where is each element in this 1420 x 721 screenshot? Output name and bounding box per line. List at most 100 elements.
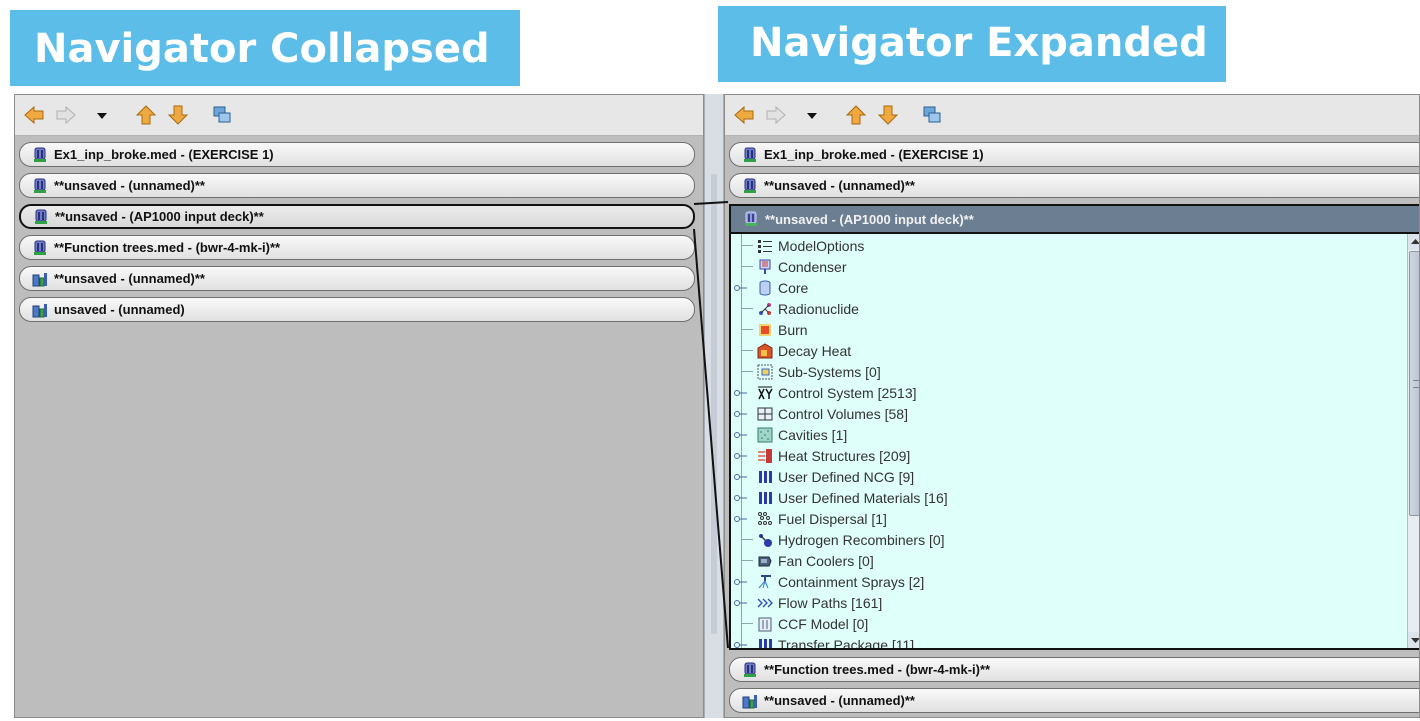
splitter-handle[interactable]	[711, 174, 717, 634]
scroll-down-button[interactable]	[1408, 632, 1419, 648]
condenser-icon	[757, 259, 773, 275]
expand-handle-icon[interactable]	[734, 515, 748, 523]
down-arrow-icon[interactable]	[167, 104, 189, 126]
expand-handle-icon[interactable]	[734, 284, 748, 292]
expanded-tab-label: **unsaved - (AP1000 input deck)**	[765, 211, 974, 227]
fuel-dispersal-icon	[757, 511, 773, 527]
tree-item-label: Heat Structures [209]	[778, 447, 911, 464]
dropdown-arrow-icon[interactable]	[91, 104, 113, 126]
tree-item-containment-sprays[interactable]: Containment Sprays [2]	[731, 571, 924, 592]
tab-unsaved-unnamed-2[interactable]: **unsaved - (unnamed)**	[729, 688, 1419, 713]
up-arrow-icon[interactable]	[845, 104, 867, 126]
tab-ex1-inp-broke[interactable]: Ex1_inp_broke.med - (EXERCISE 1)	[19, 142, 695, 167]
tree-item-user-defined-materials[interactable]: User Defined Materials [16]	[731, 487, 948, 508]
tab-unsaved-unnamed[interactable]: **unsaved - (unnamed)**	[729, 173, 1419, 198]
tree-item-label: Core	[778, 279, 809, 296]
scroll-grip	[1413, 380, 1419, 388]
scroll-thumb[interactable]	[1409, 251, 1419, 516]
tree-item-transfer-package[interactable]: Transfer Package [11]	[731, 634, 915, 650]
expand-handle-icon[interactable]	[734, 494, 748, 502]
scroll-up-arrow-icon	[1411, 239, 1419, 244]
burn-icon	[757, 322, 773, 338]
tab-label: Ex1_inp_broke.med - (EXERCISE 1)	[764, 147, 984, 162]
tree-item-label: User Defined NCG [9]	[778, 468, 915, 485]
dropdown-arrow-icon[interactable]	[801, 104, 823, 126]
tree-item-sub-systems[interactable]: Sub-Systems [0]	[731, 361, 881, 382]
panel-splitter[interactable]	[704, 94, 724, 718]
navigator-toolbar-left	[15, 95, 703, 136]
decay-heat-icon	[757, 342, 773, 359]
down-arrow-icon[interactable]	[877, 104, 899, 126]
tree-item-heat-structures[interactable]: Heat Structures [209]	[731, 445, 910, 466]
tree-item-label: Control System [2513]	[778, 384, 917, 401]
fan-cooler-icon	[757, 553, 773, 569]
tree-item-label: Sub-Systems [0]	[778, 363, 881, 380]
banner-left-title: Navigator Collapsed	[34, 26, 490, 72]
tree-item-core[interactable]: Core	[731, 277, 808, 298]
reactor-icon	[742, 147, 758, 163]
expand-handle-icon[interactable]	[734, 410, 748, 418]
tab-ex1-inp-broke[interactable]: Ex1_inp_broke.med - (EXERCISE 1)	[729, 142, 1419, 167]
materials-icon	[757, 490, 773, 506]
tree-item-hydrogen-recombiners[interactable]: Hydrogen Recombiners [0]	[731, 529, 945, 550]
back-arrow-icon[interactable]	[733, 104, 755, 126]
transfer-package-icon	[757, 637, 773, 648]
forward-arrow-icon[interactable]	[55, 104, 77, 126]
tab-label: **unsaved - (unnamed)**	[54, 271, 205, 286]
tab-unsaved-unnamed-2[interactable]: **unsaved - (unnamed)**	[19, 266, 695, 291]
expand-handle-icon[interactable]	[734, 452, 748, 460]
tree-item-modeloptions[interactable]: ModelOptions	[731, 235, 864, 256]
flow-paths-icon	[757, 595, 773, 611]
reactor-icon	[742, 178, 758, 194]
expand-handle-icon[interactable]	[734, 473, 748, 481]
tree-item-label: CCF Model [0]	[778, 615, 869, 632]
windows-icon[interactable]	[211, 104, 233, 126]
windows-icon[interactable]	[921, 104, 943, 126]
tree-branch	[741, 266, 753, 267]
tree-item-burn[interactable]: Burn	[731, 319, 808, 340]
tree-item-label: Transfer Package [11]	[778, 636, 915, 650]
tab-unsaved-unnamed-3[interactable]: unsaved - (unnamed)	[19, 297, 695, 322]
navigator-expanded-panel: Ex1_inp_broke.med - (EXERCISE 1) **unsav…	[724, 94, 1420, 718]
up-arrow-icon[interactable]	[135, 104, 157, 126]
reactor-icon	[33, 209, 49, 225]
tab-label: **unsaved - (unnamed)**	[54, 178, 205, 193]
tree-branch	[741, 371, 753, 372]
tree-vertical-scrollbar[interactable]	[1407, 234, 1419, 648]
tree-item-flow-paths[interactable]: Flow Paths [161]	[731, 592, 882, 613]
tree-item-fuel-dispersal[interactable]: Fuel Dispersal [1]	[731, 508, 887, 529]
tree-item-fan-coolers[interactable]: Fan Coolers [0]	[731, 550, 874, 571]
tab-function-trees[interactable]: **Function trees.med - (bwr-4-mk-i)**	[729, 657, 1419, 682]
tree-item-label: Hydrogen Recombiners [0]	[778, 531, 945, 548]
tab-ap1000-input-deck[interactable]: **unsaved - (AP1000 input deck)**	[19, 204, 695, 229]
expand-handle-icon[interactable]	[734, 389, 748, 397]
expand-handle-icon[interactable]	[734, 641, 748, 649]
expand-handle-icon[interactable]	[734, 578, 748, 586]
tree-item-decay-heat[interactable]: Decay Heat	[731, 340, 851, 361]
tree-item-control-system[interactable]: Control System [2513]	[731, 382, 917, 403]
tab-label: **unsaved - (unnamed)**	[764, 178, 915, 193]
tree-item-control-volumes[interactable]: Control Volumes [58]	[731, 403, 908, 424]
expand-handle-icon[interactable]	[734, 431, 748, 439]
back-arrow-icon[interactable]	[23, 104, 45, 126]
tree-item-cavities[interactable]: Cavities [1]	[731, 424, 847, 445]
scroll-up-button[interactable]	[1408, 234, 1419, 250]
plant-icon	[32, 302, 48, 318]
tab-unsaved-unnamed[interactable]: **unsaved - (unnamed)**	[19, 173, 695, 198]
tree-branch	[741, 539, 753, 540]
expand-handle-icon[interactable]	[734, 599, 748, 607]
containment-spray-icon	[757, 574, 773, 590]
core-icon	[757, 280, 773, 296]
subsystems-icon	[757, 364, 773, 380]
tree-item-label: Flow Paths [161]	[778, 594, 883, 611]
tree-item-ccf-model[interactable]: CCF Model [0]	[731, 613, 868, 634]
expanded-tab-header[interactable]: **unsaved - (AP1000 input deck)**	[729, 204, 1419, 234]
tab-function-trees[interactable]: **Function trees.med - (bwr-4-mk-i)**	[19, 235, 695, 260]
control-system-icon	[757, 385, 773, 401]
tree-item-user-defined-ncg[interactable]: User Defined NCG [9]	[731, 466, 914, 487]
tab-label: **Function trees.med - (bwr-4-mk-i)**	[764, 662, 991, 677]
forward-arrow-icon[interactable]	[765, 104, 787, 126]
tree-item-radionuclide[interactable]: Radionuclide	[731, 298, 859, 319]
tree-item-label: Containment Sprays [2]	[778, 573, 925, 590]
tree-item-condenser[interactable]: Condenser	[731, 256, 847, 277]
